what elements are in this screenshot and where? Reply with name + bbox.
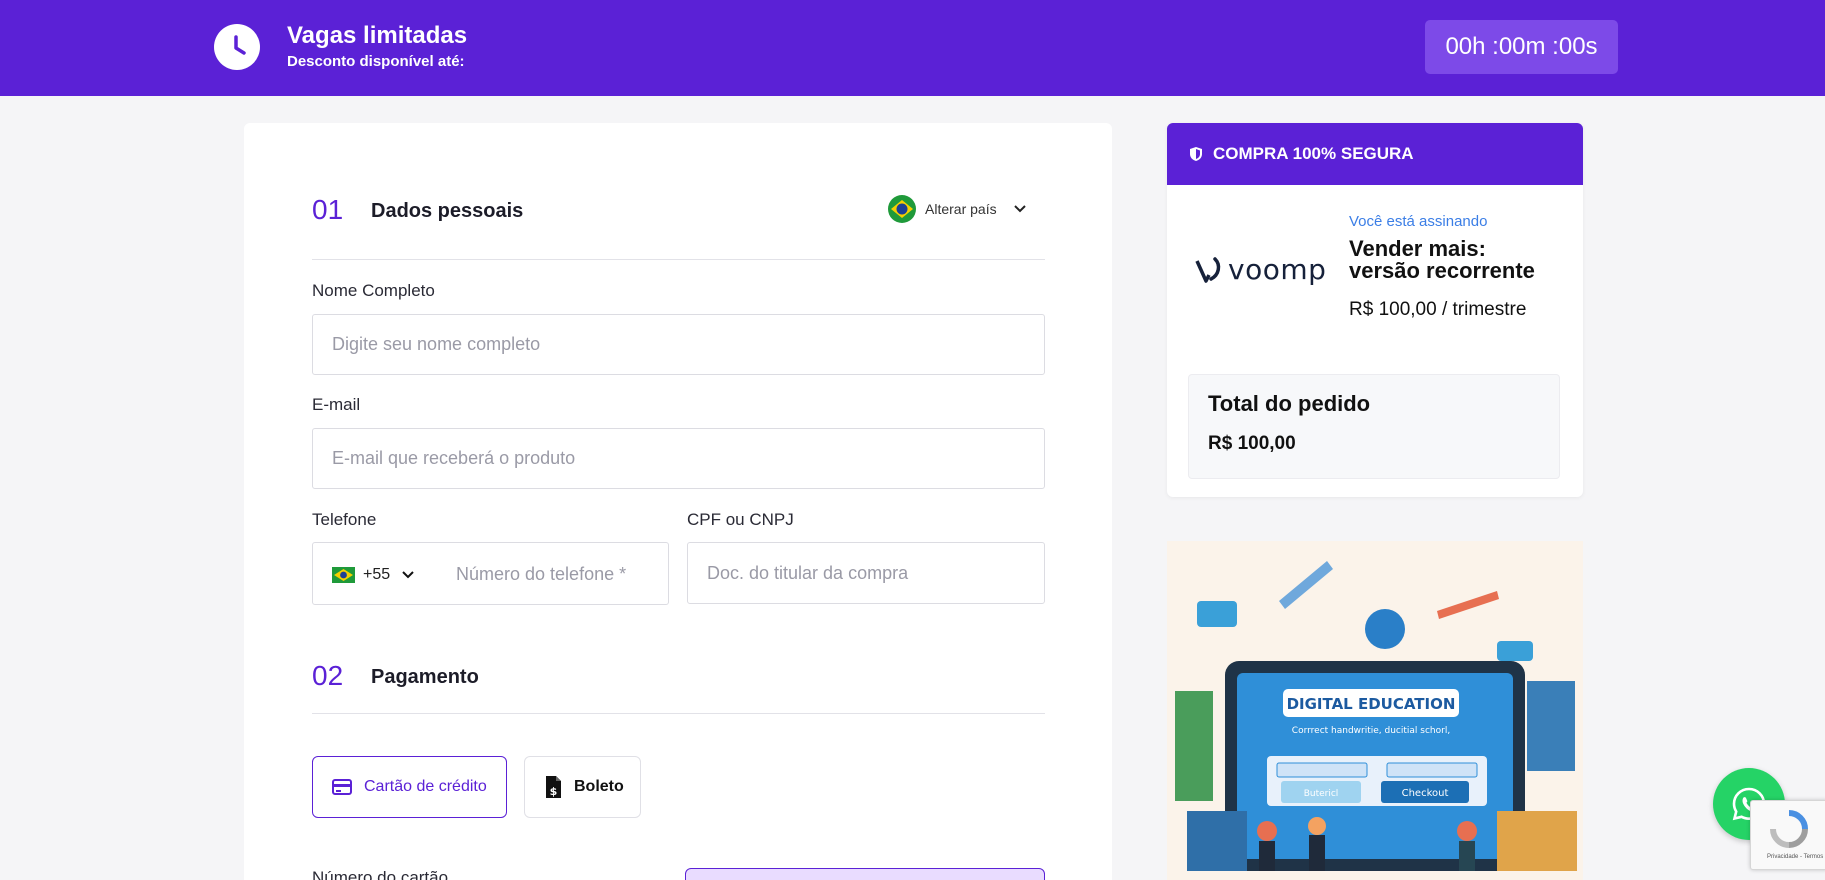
product-name: Vender mais: versão recorrente (1349, 236, 1535, 283)
digital-education-banner: DIGITAL EDUCATION Corrrect handwritie, d… (1167, 541, 1583, 880)
promo-subtitle: Desconto disponível até: (287, 53, 465, 70)
document-label: CPF ou CNPJ (687, 510, 794, 529)
payment-credit-card-button[interactable]: Cartão de crédito (312, 756, 507, 818)
credit-card-label: Cartão de crédito (364, 778, 487, 795)
recaptcha-links[interactable]: Privacidade - Termos (1767, 854, 1823, 860)
email-input[interactable]: E-mail que receberá o produto (312, 428, 1045, 489)
banner-button-right: Checkout (1402, 788, 1449, 799)
country-code-select[interactable]: +55 (332, 566, 414, 584)
document-input[interactable]: Doc. do titular da compra (687, 542, 1045, 604)
name-label: Nome Completo (312, 281, 435, 300)
recaptcha-icon (1770, 810, 1808, 848)
divider (312, 713, 1045, 714)
countdown-timer: 00h :00m :00s (1425, 20, 1618, 74)
divider (312, 259, 1045, 260)
secure-purchase-header: COMPRA 100% SEGURA (1167, 123, 1583, 185)
section-title-personal-data: Dados pessoais (371, 200, 524, 222)
step-number-1: 01 (312, 194, 344, 225)
email-label: E-mail (312, 395, 361, 414)
change-country-dropdown[interactable]: Alterar país (888, 195, 1026, 223)
brazil-flag-icon (888, 195, 916, 223)
order-total-box: Total do pedido R$ 100,00 (1188, 374, 1560, 479)
banner-heading: DIGITAL EDUCATION (1287, 695, 1456, 713)
step-number-2: 02 (312, 660, 344, 691)
credit-card-icon (332, 779, 352, 795)
secure-purchase-label: COMPRA 100% SEGURA (1213, 144, 1414, 163)
payment-boleto-button[interactable]: $ Boleto (524, 756, 641, 818)
boleto-label: Boleto (574, 778, 624, 795)
country-code: +55 (363, 566, 391, 583)
phone-field: +55 Número do telefone * (312, 542, 669, 605)
clock-icon (214, 24, 260, 70)
card-number-label: Número do cartão (312, 868, 449, 880)
banner-button-left: Butericl (1304, 789, 1339, 799)
change-country-label: Alterar país (925, 201, 997, 217)
phone-label: Telefone (312, 510, 377, 529)
promo-bar: Vagas limitadas Desconto disponível até:… (0, 0, 1825, 96)
chevron-down-icon (402, 566, 414, 584)
voomp-logo-icon (1195, 256, 1221, 283)
phone-number-input[interactable]: Número do telefone * (456, 564, 626, 585)
brazil-flag-icon (332, 567, 355, 583)
voomp-logo: voomp (1194, 253, 1326, 286)
shield-icon (1189, 146, 1203, 162)
card-preview-box (685, 868, 1045, 880)
svg-text:$: $ (550, 785, 558, 798)
boleto-icon: $ (544, 775, 562, 799)
product-price: R$ 100,00 / trimestre (1349, 299, 1527, 320)
recaptcha-badge[interactable]: Privacidade - Termos (1750, 800, 1825, 870)
checkout-form-card: 01 Dados pessoais Alterar país Nome Comp… (244, 123, 1112, 880)
order-total-value: R$ 100,00 (1208, 433, 1296, 454)
voomp-logo-text: voomp (1228, 253, 1327, 286)
subscribing-label: Você está assinando (1349, 213, 1488, 230)
full-name-input[interactable]: Digite seu nome completo (312, 314, 1045, 375)
section-title-payment: Pagamento (371, 666, 479, 688)
order-total-label: Total do pedido (1208, 391, 1371, 416)
promo-title: Vagas limitadas (287, 22, 468, 49)
order-summary-card: COMPRA 100% SEGURA voomp Você está assin… (1167, 123, 1583, 497)
banner-caption: Corrrect handwritie, ducitial schorl, (1292, 726, 1450, 736)
chevron-down-icon (1013, 200, 1026, 218)
banner-illustration: DIGITAL EDUCATION Corrrect handwritie, d… (1167, 541, 1583, 880)
